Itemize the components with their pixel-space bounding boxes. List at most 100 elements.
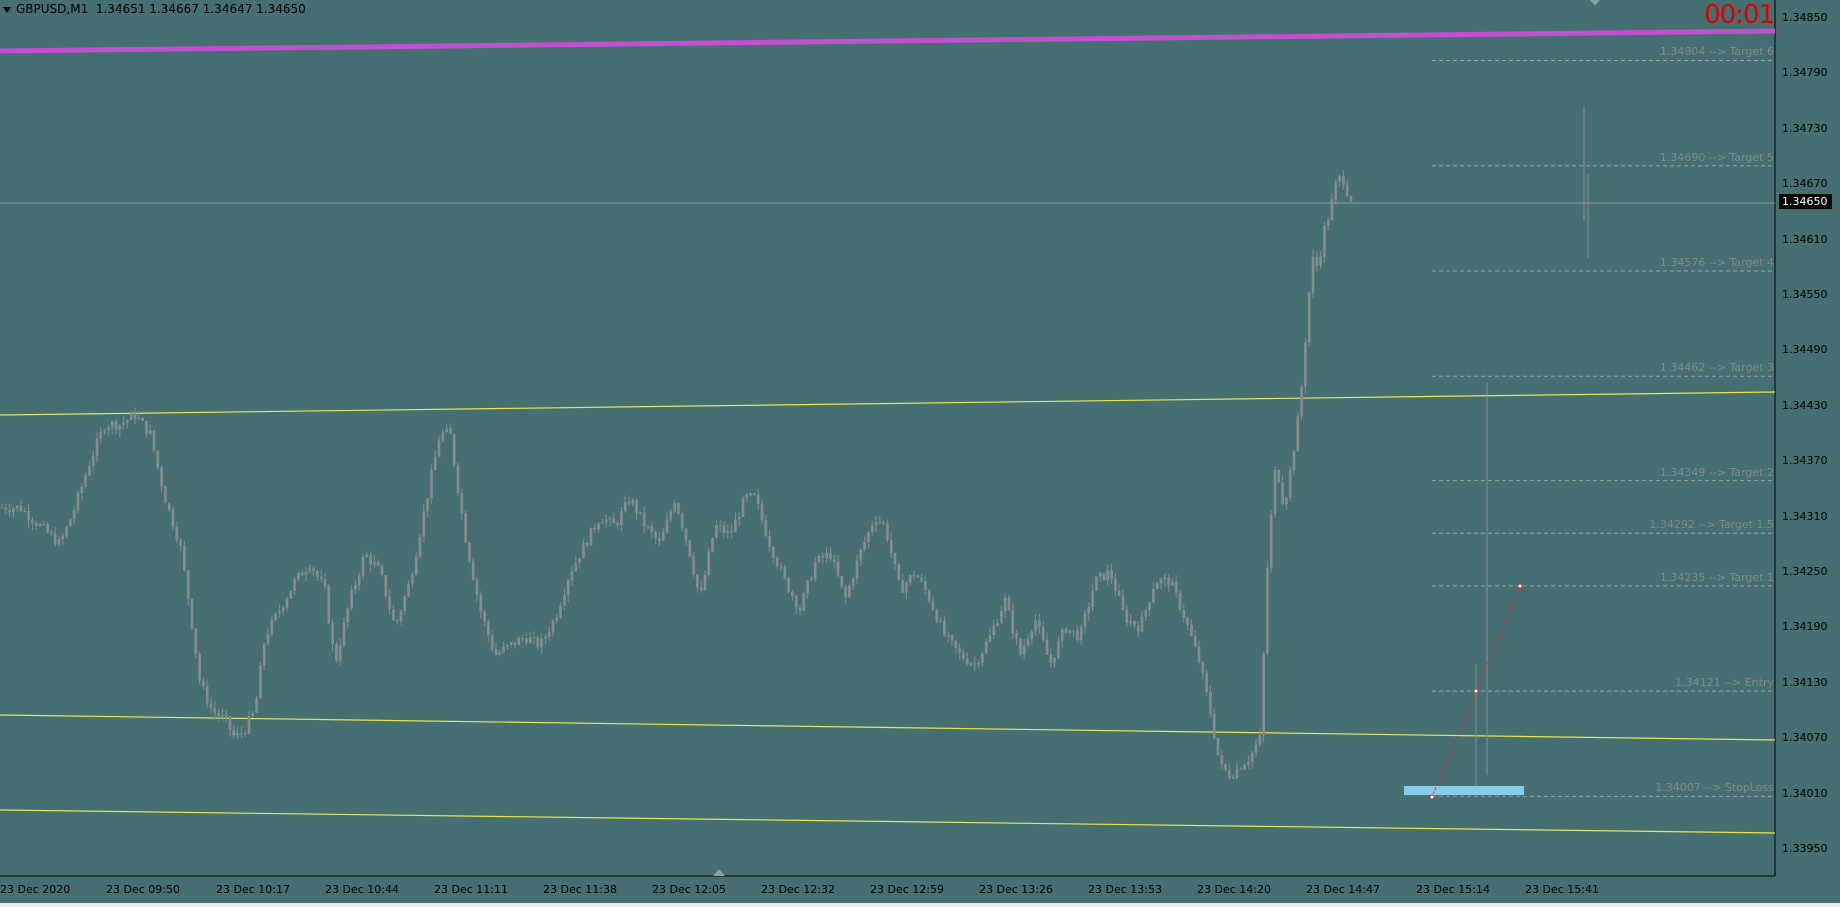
- candles: [0, 105, 1589, 794]
- candle-body: [148, 430, 152, 434]
- price-tick-label: 1.34670: [1782, 177, 1828, 191]
- candle-body: [129, 412, 133, 421]
- candle-body: [1129, 621, 1132, 624]
- candle-body: [1015, 632, 1018, 639]
- price-tick-label: 1.34310: [1782, 509, 1828, 523]
- candle-body: [1136, 625, 1140, 632]
- candle-body: [1159, 579, 1163, 584]
- candle-body: [901, 580, 904, 593]
- candle-body: [905, 582, 908, 593]
- channel-upper-line[interactable]: [0, 391, 1776, 416]
- price-chart[interactable]: [0, 0, 1840, 907]
- candle-body: [1121, 595, 1125, 610]
- candle-body: [376, 562, 380, 566]
- candle-body: [810, 578, 813, 581]
- candle-body: [1334, 181, 1338, 200]
- candle-body: [1038, 620, 1041, 627]
- time-tick-label: 23 Dec 14:47: [1306, 883, 1380, 896]
- candle-body: [418, 536, 422, 557]
- candle-body: [711, 537, 714, 552]
- candle-body: [1311, 256, 1315, 293]
- candle-body: [23, 511, 27, 513]
- scroll-marker-bottom[interactable]: [713, 869, 725, 876]
- candle-body: [308, 568, 312, 572]
- candle-body: [114, 421, 118, 430]
- candle-body: [658, 538, 661, 541]
- channel-lower-line[interactable]: [0, 809, 1776, 834]
- level-label: 1.34804 --> Target 6: [1659, 45, 1774, 59]
- candle-body: [494, 649, 498, 655]
- candle-body: [540, 638, 543, 648]
- candle-body: [395, 620, 399, 622]
- candle-body: [882, 522, 885, 524]
- candle-body: [684, 528, 688, 541]
- candle-body: [1174, 581, 1178, 593]
- candle-body: [8, 510, 11, 513]
- candle-body: [1045, 640, 1049, 655]
- level-label: 1.34576 --> Target 4: [1659, 255, 1774, 269]
- candle-body: [274, 613, 277, 620]
- candle-body: [612, 517, 616, 524]
- candle-body: [164, 486, 167, 504]
- zigzag-point-mid: [1473, 688, 1479, 694]
- time-tick-label: 23 Dec 11:38: [543, 883, 617, 896]
- candle-body: [1285, 497, 1288, 505]
- candle-body: [1000, 611, 1003, 624]
- candle-body: [753, 493, 756, 495]
- candle-body: [646, 526, 650, 528]
- candle-body: [1262, 653, 1265, 735]
- trend-line[interactable]: [0, 28, 1776, 54]
- candle-body: [449, 428, 452, 435]
- candle-body: [338, 645, 342, 661]
- candle-body: [969, 663, 973, 665]
- level-label: 1.34292 --> Target 1.5: [1649, 518, 1774, 532]
- candle-body: [1273, 469, 1277, 515]
- stoploss-box[interactable]: [1404, 786, 1524, 795]
- candle-body: [19, 505, 23, 512]
- candle-body: [958, 648, 961, 653]
- candle-body: [981, 653, 984, 664]
- time-tick-label: 23 Dec 10:44: [325, 883, 399, 896]
- chevron-down-icon[interactable]: [3, 6, 11, 13]
- price-tick-label: 1.34370: [1782, 454, 1828, 468]
- candle-body: [547, 632, 551, 637]
- candle-body: [1224, 763, 1227, 771]
- candle-body: [1030, 631, 1034, 640]
- candle-body: [578, 558, 581, 563]
- candle-body: [1140, 616, 1144, 632]
- candle-body: [715, 525, 718, 538]
- candle-body: [357, 575, 361, 585]
- candle-body: [445, 428, 448, 433]
- candle-body: [532, 637, 536, 639]
- ohlc-values: 1.34651 1.34667 1.34647 1.34650: [95, 2, 306, 16]
- candle-body: [802, 593, 806, 611]
- candle-body: [950, 635, 954, 641]
- candle-body: [570, 571, 574, 581]
- candle-body: [927, 590, 931, 602]
- candle-body: [813, 561, 817, 579]
- candle-body: [319, 576, 323, 580]
- candle-body: [1209, 691, 1212, 715]
- channel-middle-line[interactable]: [0, 714, 1776, 741]
- zigzag-point-start: [1429, 794, 1435, 800]
- candle-body: [623, 501, 627, 512]
- candle-body: [152, 430, 156, 451]
- candle-body: [821, 555, 825, 558]
- time-tick-label: 23 Dec 12:32: [761, 883, 835, 896]
- candle-body: [1060, 629, 1064, 641]
- candle-body: [589, 527, 593, 546]
- chart-tab-strip[interactable]: [0, 903, 1840, 907]
- candle-body: [1216, 737, 1220, 756]
- candle-body: [72, 510, 76, 520]
- candle-body: [1292, 451, 1296, 470]
- scroll-marker-top[interactable]: [1590, 0, 1600, 6]
- candle-body: [509, 642, 513, 645]
- candle-body: [0, 507, 4, 509]
- candle-body: [1349, 196, 1353, 202]
- candle-body: [354, 584, 357, 590]
- candle-body: [1323, 225, 1326, 257]
- candle-body: [1243, 765, 1246, 770]
- candle-body: [464, 513, 467, 543]
- candle-body: [760, 504, 764, 520]
- price-tick-label: 1.34790: [1782, 66, 1828, 80]
